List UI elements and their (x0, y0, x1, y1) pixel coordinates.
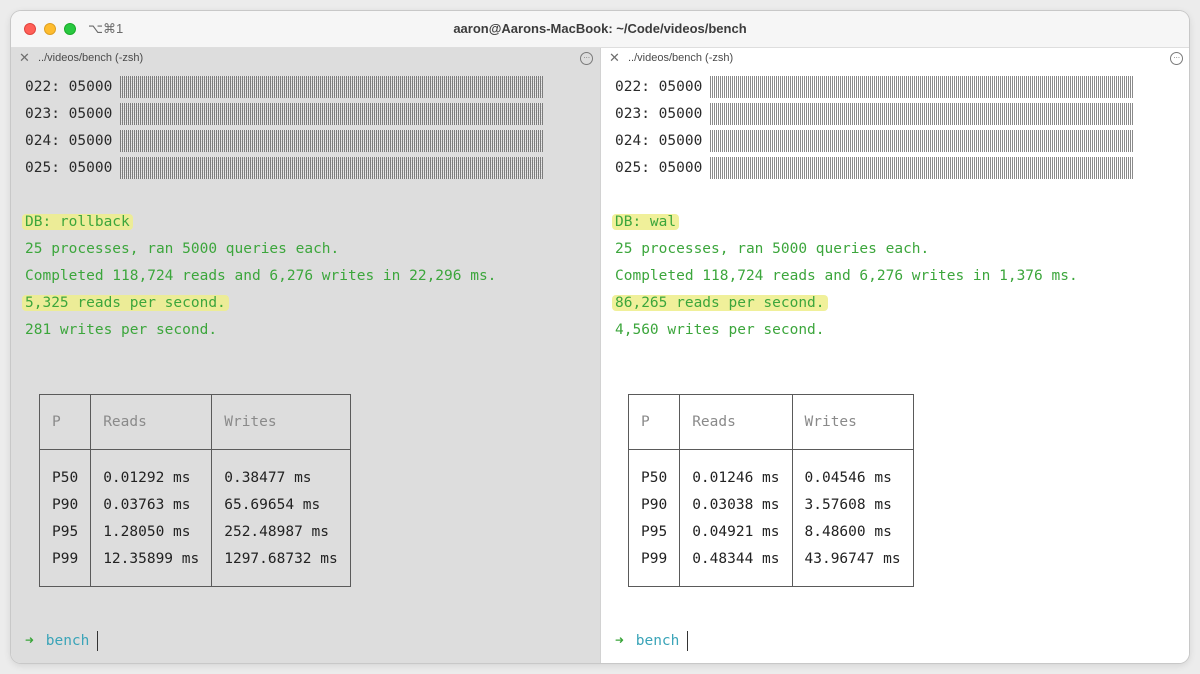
prompt-directory: bench (45, 633, 90, 649)
pane-menu-icon[interactable]: ··· (580, 52, 593, 65)
progress-row-label: 022: 05000 (25, 79, 113, 95)
table-cell: 43.96747 ms (791, 545, 914, 587)
table-row: P50 0.01292 ms 0.38477 ms (38, 449, 351, 491)
progress-bar (710, 103, 1134, 125)
progress-row: 022: 05000 (615, 76, 1134, 103)
progress-bar (710, 130, 1134, 152)
column-header: Writes (791, 394, 914, 450)
prompt-arrow-icon: ➜ (25, 633, 34, 649)
progress-row-label: 024: 05000 (615, 133, 703, 149)
progress-row: 023: 05000 (615, 103, 1134, 130)
progress-row: 025: 05000 (615, 157, 1134, 184)
table-cell: 12.35899 ms (90, 545, 213, 587)
prompt-directory: bench (635, 633, 680, 649)
progress-bar (120, 76, 544, 98)
terminal-window: ⌥⌘1 aaron@Aarons-MacBook: ~/Code/videos/… (11, 11, 1189, 663)
table-row: P95 1.28050 ms 252.48987 ms (38, 518, 351, 545)
table-cell: 0.03038 ms (679, 491, 793, 518)
right-pane[interactable]: ✕ ../videos/bench (-zsh) ··· 022: 05000 … (600, 48, 1189, 663)
table-cell: 0.38477 ms (211, 449, 351, 491)
pane-menu-icon[interactable]: ··· (1170, 52, 1183, 65)
table-row: P99 0.48344 ms 43.96747 ms (627, 545, 914, 587)
completed-line: Completed 118,724 reads and 6,276 writes… (25, 268, 497, 284)
table-header-row: P Reads Writes (627, 394, 914, 450)
progress-bar (120, 157, 544, 179)
db-line: DB: rollback (22, 211, 133, 238)
percentile-table: P Reads Writes P50 0.01246 ms 0.04546 ms… (627, 394, 914, 587)
completed-line: Completed 118,724 reads and 6,276 writes… (615, 268, 1078, 284)
right-pane-header: ✕ ../videos/bench (-zsh) ··· (601, 48, 1189, 68)
column-header: P (38, 394, 92, 450)
prompt-arrow-icon: ➜ (615, 633, 624, 649)
table-row: P99 12.35899 ms 1297.68732 ms (38, 545, 351, 587)
progress-row: 023: 05000 (25, 103, 544, 130)
processes-line: 25 processes, ran 5000 queries each. (615, 241, 930, 257)
reads-per-second-line: 5,325 reads per second. (22, 292, 229, 319)
db-line: DB: wal (612, 211, 680, 238)
table-row: P90 0.03763 ms 65.69654 ms (38, 491, 351, 518)
progress-bar (710, 157, 1134, 179)
table-row: P50 0.01246 ms 0.04546 ms (627, 449, 914, 491)
writes-per-second-line: 281 writes per second. (25, 322, 218, 338)
table-cell: 0.04546 ms (791, 449, 914, 491)
progress-row-label: 025: 05000 (25, 160, 113, 176)
right-pane-title: ../videos/bench (-zsh) (628, 52, 734, 64)
table-cell: P95 (627, 518, 681, 545)
progress-row: 024: 05000 (615, 130, 1134, 157)
table-cell: P50 (38, 449, 92, 491)
progress-row-label: 022: 05000 (615, 79, 703, 95)
table-cell: P99 (38, 545, 92, 587)
table-row: P90 0.03038 ms 3.57608 ms (627, 491, 914, 518)
table-row: P95 0.04921 ms 8.48600 ms (627, 518, 914, 545)
left-pane-title: ../videos/bench (-zsh) (38, 52, 144, 64)
close-pane-icon[interactable]: ✕ (609, 50, 620, 66)
left-pane[interactable]: ✕ ../videos/bench (-zsh) ··· 022: 05000 … (11, 48, 600, 663)
shell-prompt[interactable]: ➜ bench (25, 631, 99, 651)
progress-row: 024: 05000 (25, 130, 544, 157)
table-cell: P90 (627, 491, 681, 518)
text-cursor (687, 631, 689, 651)
left-pane-header: ✕ ../videos/bench (-zsh) ··· (11, 48, 600, 68)
column-header: P (627, 394, 681, 450)
table-cell: 1297.68732 ms (211, 545, 351, 587)
table-cell: 0.01246 ms (679, 449, 793, 491)
progress-bar (120, 130, 544, 152)
shell-prompt[interactable]: ➜ bench (615, 631, 689, 651)
progress-bar (120, 103, 544, 125)
title-bar[interactable]: ⌥⌘1 aaron@Aarons-MacBook: ~/Code/videos/… (11, 11, 1189, 48)
progress-row-label: 025: 05000 (615, 160, 703, 176)
window-title: aaron@Aarons-MacBook: ~/Code/videos/benc… (453, 21, 747, 36)
table-cell: 0.48344 ms (679, 545, 793, 587)
table-cell: 3.57608 ms (791, 491, 914, 518)
column-header: Reads (90, 394, 213, 450)
progress-row-label: 024: 05000 (25, 133, 113, 149)
table-cell: P50 (627, 449, 681, 491)
progress-row-label: 023: 05000 (615, 106, 703, 122)
table-cell: P90 (38, 491, 92, 518)
writes-per-second-line: 4,560 writes per second. (615, 322, 825, 338)
table-cell: 1.28050 ms (90, 518, 213, 545)
processes-line: 25 processes, ran 5000 queries each. (25, 241, 340, 257)
table-cell: 0.03763 ms (90, 491, 213, 518)
percentile-table: P Reads Writes P50 0.01292 ms 0.38477 ms… (38, 394, 351, 587)
progress-row: 022: 05000 (25, 76, 544, 103)
progress-bar (710, 76, 1134, 98)
reads-per-second-line: 86,265 reads per second. (612, 292, 828, 319)
table-cell: P99 (627, 545, 681, 587)
table-cell: 252.48987 ms (211, 518, 351, 545)
column-header: Writes (211, 394, 351, 450)
table-cell: 65.69654 ms (211, 491, 351, 518)
column-header: Reads (679, 394, 793, 450)
text-cursor (97, 631, 99, 651)
table-cell: 0.04921 ms (679, 518, 793, 545)
close-pane-icon[interactable]: ✕ (19, 50, 30, 66)
table-cell: 0.01292 ms (90, 449, 213, 491)
table-cell: P95 (38, 518, 92, 545)
table-header-row: P Reads Writes (38, 394, 351, 450)
progress-row: 025: 05000 (25, 157, 544, 184)
table-cell: 8.48600 ms (791, 518, 914, 545)
progress-row-label: 023: 05000 (25, 106, 113, 122)
